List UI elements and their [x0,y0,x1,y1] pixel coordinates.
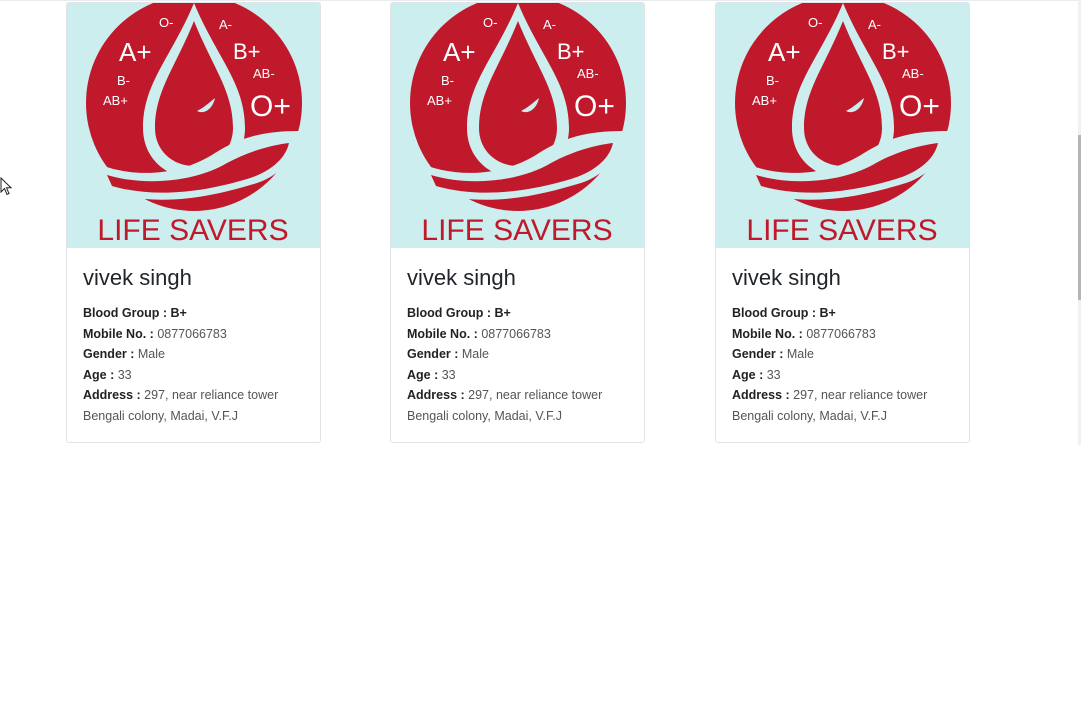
donor-card-image: A+ O- A- B+ AB- B- AB+ O+ LIFE SAVERS [67,3,320,248]
blood-group-label: Blood Group : [407,306,492,320]
blood-drop-hand-icon: A+ O- A- B+ AB- B- AB+ O+ LIFE SAVERS [716,3,969,248]
gender-row: Gender : Male [407,344,636,365]
donor-card-body: vivek singh Blood Group : B+ Mobile No. … [407,267,636,426]
blood-group-value: B+ [494,306,511,320]
logo-group-text: A- [868,17,881,32]
mobile-label: Mobile No. : [407,326,478,341]
age-value: 33 [441,367,456,382]
logo-group-text: O+ [899,90,940,123]
top-divider [0,0,1081,1]
gender-row: Gender : Male [732,344,961,365]
logo-group-text: A- [543,17,556,32]
logo-group-text: B- [117,73,130,88]
logo-group-text: AB- [902,66,924,81]
address-row: Address : 297, near reliance tower [407,385,636,406]
age-label: Age : [732,367,764,382]
logo-group-text: A- [219,17,232,32]
age-value: 33 [117,367,132,382]
blood-group-row: Blood Group : B+ [83,303,312,324]
logo-group-text: B+ [882,39,910,64]
logo-group-text: B- [441,73,454,88]
gender-value: Male [461,347,489,361]
donor-name: vivek singh [83,265,192,290]
logo-group-text: O+ [574,90,615,123]
address-line-1: 297, near reliance tower [468,388,603,402]
logo-group-text: A+ [119,37,152,67]
address-line-1: 297, near reliance tower [144,388,279,402]
mobile-row: Mobile No. : 0877066783 [83,324,312,345]
blood-group-label: Blood Group : [83,306,168,320]
gender-label: Gender : [732,347,784,361]
logo-group-text: A+ [768,37,801,67]
logo-group-text: O- [159,15,173,30]
blood-group-row: Blood Group : B+ [732,303,961,324]
logo-group-text: AB- [577,66,599,81]
logo-group-text: AB+ [427,93,452,108]
donor-card[interactable]: A+ O- A- B+ AB- B- AB+ O+ LIFE SAVERS vi… [715,2,970,443]
logo-group-text: O+ [250,90,291,123]
donor-card-image: A+ O- A- B+ AB- B- AB+ O+ LIFE SAVERS [391,3,644,248]
donor-name: vivek singh [732,265,841,290]
donor-card-image: A+ O- A- B+ AB- B- AB+ O+ LIFE SAVERS [716,3,969,248]
age-label: Age : [83,367,115,382]
logo-group-text: A+ [443,37,476,67]
logo-group-text: B+ [233,39,261,64]
address-row: Address : 297, near reliance tower [732,385,961,406]
donor-card-body: vivek singh Blood Group : B+ Mobile No. … [732,267,961,426]
age-row: Age : 33 [732,365,961,386]
address-label: Address : [732,388,790,402]
age-row: Age : 33 [83,365,312,386]
address-row: Address : 297, near reliance tower [83,385,312,406]
address-label: Address : [407,388,465,402]
mobile-row: Mobile No. : 0877066783 [407,324,636,345]
blood-drop-hand-icon: A+ O- A- B+ AB- B- AB+ O+ LIFE SAVERS [67,3,320,248]
gender-label: Gender : [83,347,135,361]
address-line-2: Bengali colony, Madai, V.F.J [83,408,238,423]
blood-group-row: Blood Group : B+ [407,303,636,324]
address-label: Address : [83,388,141,402]
donor-card[interactable]: A+ O- A- B+ AB- B- AB+ O+ LIFE SAVERS vi… [390,2,645,443]
logo-group-text: O- [483,15,497,30]
donor-name: vivek singh [407,265,516,290]
blood-drop-hand-icon: A+ O- A- B+ AB- B- AB+ O+ LIFE SAVERS [391,3,644,248]
logo-group-text: B+ [557,39,585,64]
gender-value: Male [137,347,165,361]
age-label: Age : [407,367,439,382]
mobile-label: Mobile No. : [83,326,154,341]
mobile-value: 0877066783 [481,326,551,341]
logo-group-text: AB+ [752,93,777,108]
address-line-2: Bengali colony, Madai, V.F.J [407,408,562,423]
mobile-label: Mobile No. : [732,326,803,341]
logo-caption: LIFE SAVERS [421,214,612,247]
mobile-value: 0877066783 [157,326,227,341]
gender-row: Gender : Male [83,344,312,365]
gender-value: Male [786,347,814,361]
address-line-1: 297, near reliance tower [793,388,928,402]
address-line-2: Bengali colony, Madai, V.F.J [732,408,887,423]
logo-group-text: AB- [253,66,275,81]
mobile-value: 0877066783 [806,326,876,341]
logo-caption: LIFE SAVERS [746,214,937,247]
blood-group-label: Blood Group : [732,306,817,320]
logo-group-text: O- [808,15,822,30]
logo-group-text: AB+ [103,93,128,108]
blood-group-value: B+ [170,306,187,320]
blood-group-value: B+ [819,306,836,320]
mouse-pointer-icon [0,177,13,196]
gender-label: Gender : [407,347,459,361]
age-value: 33 [766,367,781,382]
donor-card-body: vivek singh Blood Group : B+ Mobile No. … [83,267,312,426]
logo-caption: LIFE SAVERS [97,214,288,247]
mobile-row: Mobile No. : 0877066783 [732,324,961,345]
logo-group-text: B- [766,73,779,88]
donor-card[interactable]: A+ O- A- B+ AB- B- AB+ O+ LIFE SAVERS vi… [66,2,321,443]
age-row: Age : 33 [407,365,636,386]
